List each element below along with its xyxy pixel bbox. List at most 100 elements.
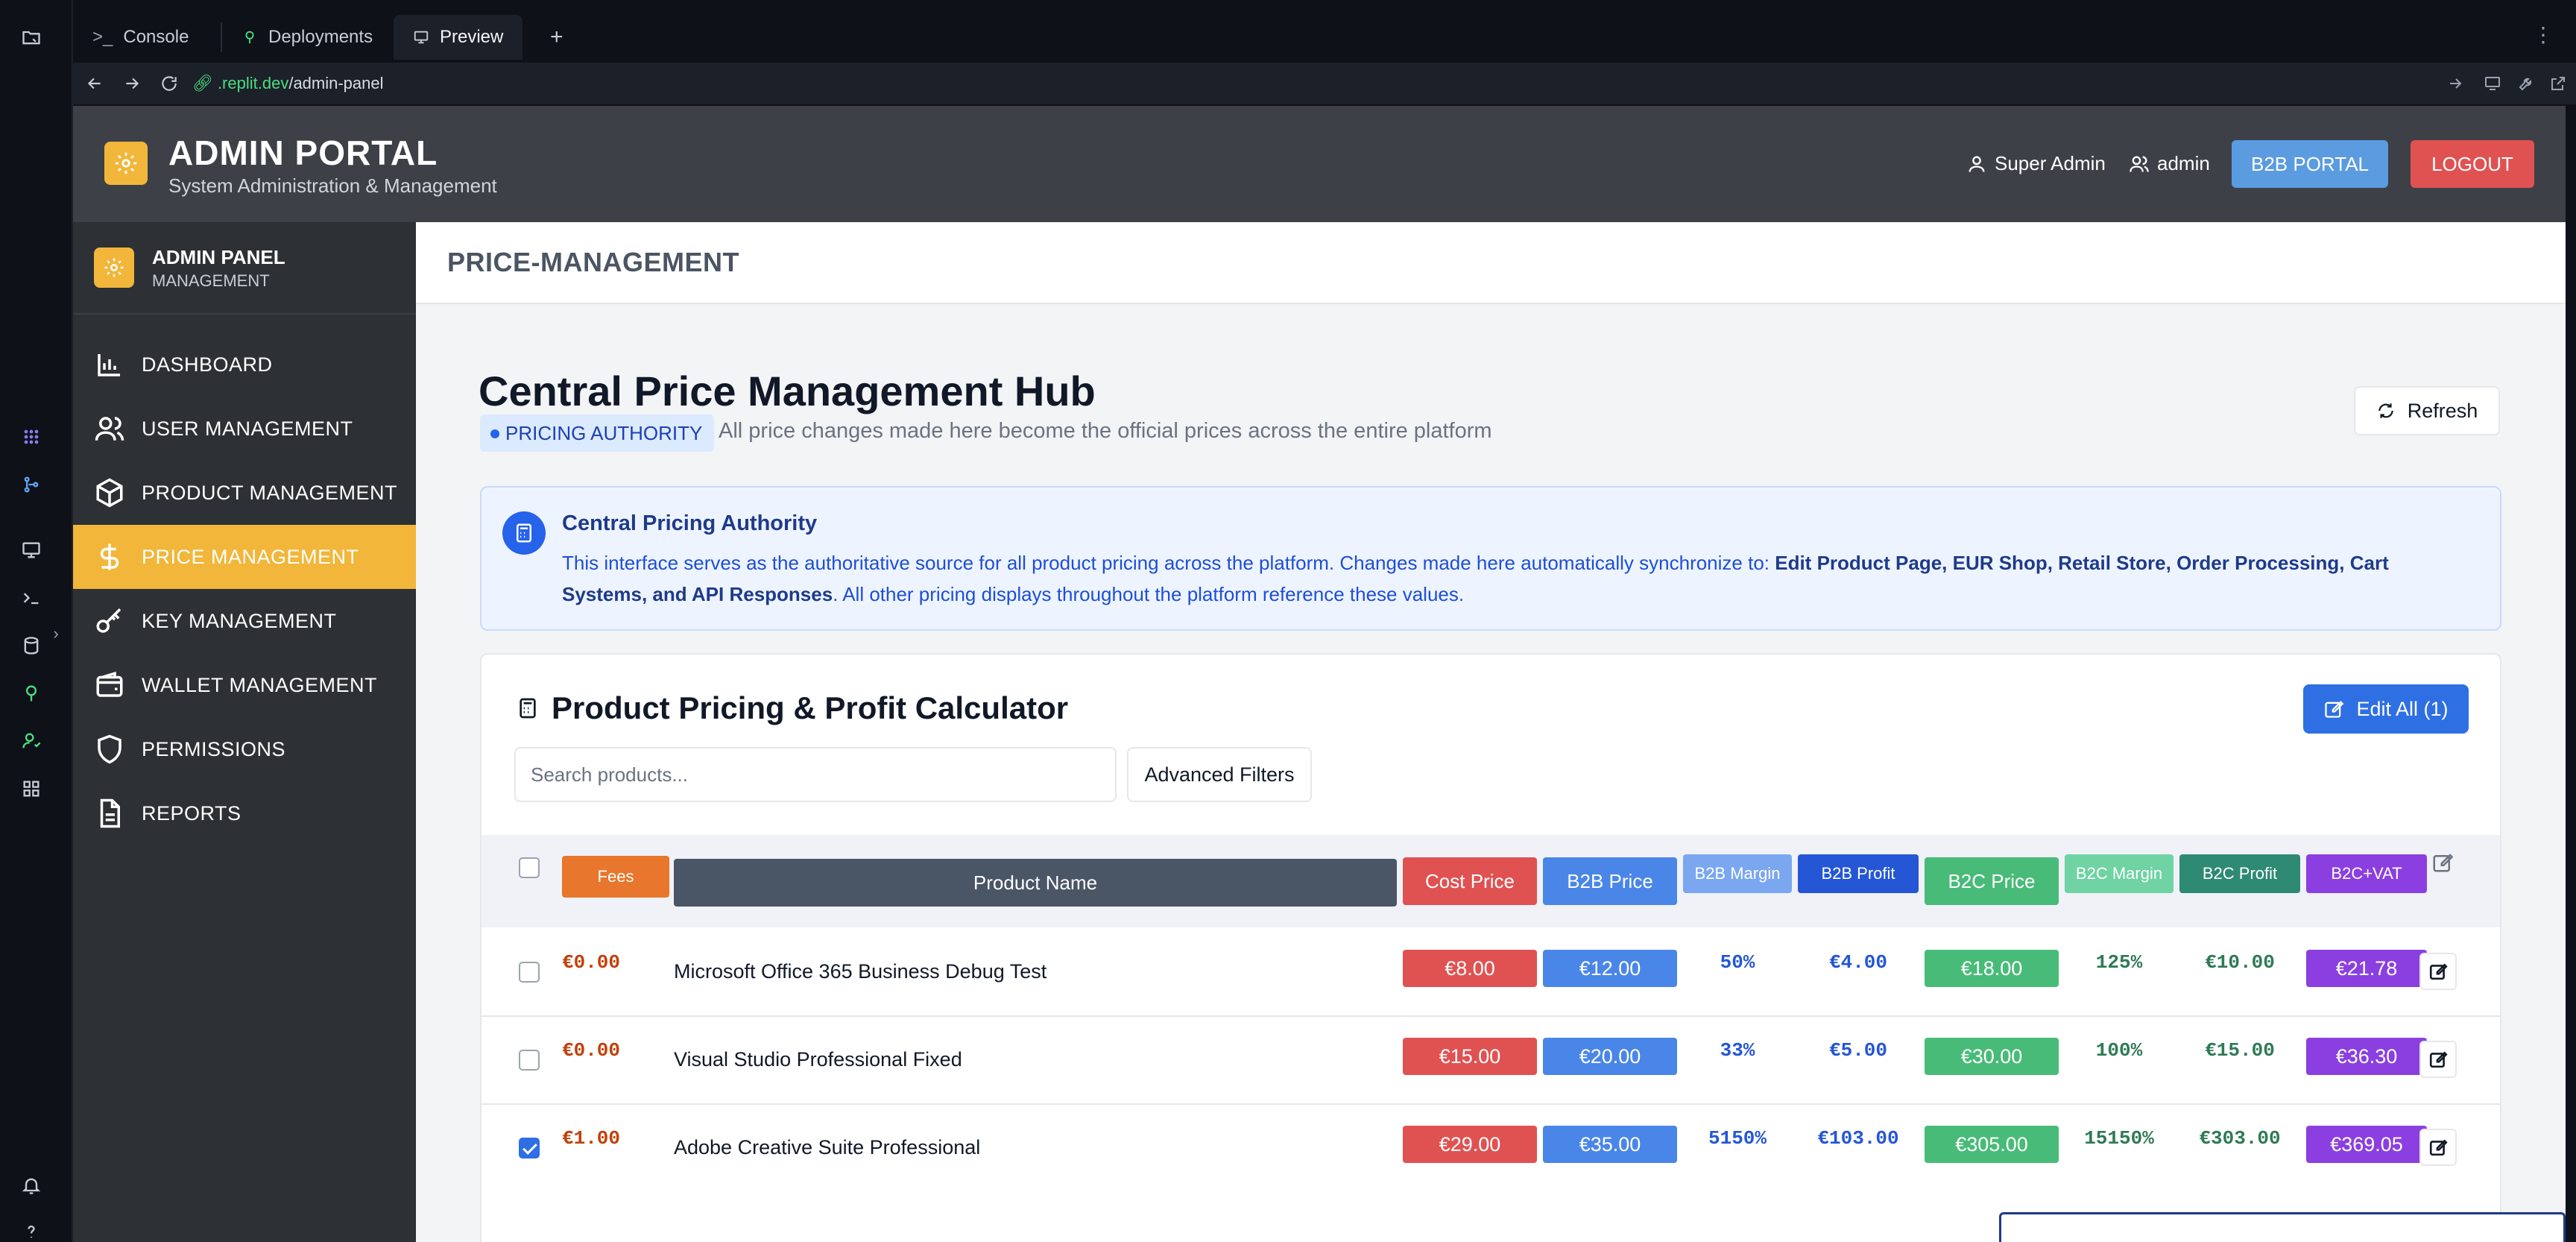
row-checkbox[interactable] — [519, 1138, 540, 1159]
admin-sidebar: ADMIN PANEL MANAGEMENT DASHBOARD USER MA… — [73, 222, 416, 1242]
tab-label: Deployments — [268, 27, 373, 47]
sidebar-item-wallet-management[interactable]: WALLET MANAGEMENT — [73, 653, 416, 717]
column-b2b-profit[interactable]: B2B Profit — [1798, 854, 1919, 893]
cost-price-value: €8.00 — [1403, 950, 1537, 987]
column-b2c-margin[interactable]: B2C Margin — [2065, 854, 2174, 893]
sidebar-item-user-management[interactable]: USER MANAGEMENT — [73, 397, 416, 461]
box-icon — [96, 478, 123, 508]
ide-activity-rail: › — [0, 0, 73, 1242]
column-b2c-vat[interactable]: B2C+VAT — [2306, 854, 2427, 893]
calculator-icon — [520, 698, 536, 719]
refresh-button[interactable]: Refresh — [2354, 386, 2500, 435]
tab-label: Console — [123, 27, 189, 47]
git-icon[interactable] — [0, 462, 63, 507]
b2b-portal-button[interactable]: B2B PORTAL — [2232, 140, 2388, 188]
portal-title: ADMIN PORTAL — [168, 133, 438, 172]
sidebar-brand: ADMIN PANEL MANAGEMENT — [73, 222, 416, 315]
sidebar-item-label: USER MANAGEMENT — [142, 417, 353, 440]
more-vertical-icon[interactable]: ⋮ — [2533, 22, 2554, 47]
reload-button[interactable] — [151, 65, 188, 102]
shield-icon — [98, 734, 121, 764]
edit-column-icon — [2431, 851, 2461, 881]
table-row[interactable]: €0.00 Visual Studio Professional Fixed €… — [482, 1017, 2500, 1105]
sidebar-item-permissions[interactable]: PERMISSIONS — [73, 717, 416, 781]
column-b2b-margin[interactable]: B2B Margin — [1683, 854, 1792, 893]
b2c-profit-value: €303.00 — [2199, 1127, 2281, 1150]
bell-icon[interactable] — [0, 1163, 63, 1208]
help-icon[interactable] — [0, 1209, 63, 1242]
notice-text: . All other pricing displays throughout … — [833, 583, 1465, 605]
sidebar-item-dashboard[interactable]: DASHBOARD — [73, 332, 416, 397]
terminal-icon: >_ — [92, 27, 113, 47]
user-icon[interactable] — [0, 719, 63, 763]
sidebar-item-label: WALLET MANAGEMENT — [142, 673, 378, 696]
app-header: ADMIN PORTAL System Administration & Man… — [73, 106, 2566, 222]
table-row[interactable]: €0.00 Microsoft Office 365 Business Debu… — [482, 929, 2500, 1017]
back-button[interactable] — [76, 65, 113, 102]
edit-icon — [2429, 963, 2448, 980]
sidebar-item-product-management[interactable]: PRODUCT MANAGEMENT — [73, 461, 416, 525]
url-host: .replit.dev — [217, 74, 289, 92]
dollar-icon — [100, 543, 119, 570]
url-input[interactable]: .replit.dev/admin-panel — [218, 74, 384, 93]
advanced-filters-button[interactable]: Advanced Filters — [1127, 747, 1312, 802]
b2c-profit-value: €10.00 — [2205, 951, 2275, 974]
files-icon[interactable] — [0, 15, 63, 60]
agent-icon[interactable] — [0, 414, 63, 459]
device-icon[interactable] — [2484, 63, 2501, 104]
notice-text: This interface serves as the authoritati… — [562, 552, 1775, 574]
select-all-checkbox[interactable] — [519, 857, 540, 878]
refresh-icon — [2378, 403, 2393, 418]
column-cost-price[interactable]: Cost Price — [1403, 857, 1537, 905]
key-icon — [96, 608, 121, 633]
pricing-calculator-card: Product Pricing & Profit Calculator Edit… — [480, 653, 2501, 1242]
apps-icon[interactable] — [0, 766, 63, 811]
external-link-icon[interactable] — [2549, 63, 2567, 104]
row-edit-button[interactable] — [2419, 1041, 2457, 1078]
column-b2b-price[interactable]: B2B Price — [1543, 857, 1677, 905]
tab-console[interactable]: >_ Console — [73, 15, 208, 60]
tab-label: Preview — [440, 27, 504, 47]
devtools-icon[interactable] — [2518, 63, 2536, 104]
sidebar-item-price-management[interactable]: PRICE MANAGEMENT — [73, 525, 416, 589]
tab-preview[interactable]: Preview — [394, 15, 523, 60]
monitor-icon[interactable] — [0, 528, 63, 573]
forward-button[interactable] — [113, 65, 151, 102]
search-products-input[interactable] — [514, 747, 1117, 802]
new-tab-button[interactable]: + — [531, 15, 583, 60]
cost-price-value: €29.00 — [1403, 1126, 1537, 1163]
logout-button[interactable]: LOGOUT — [2411, 140, 2534, 188]
column-product-name[interactable]: Product Name — [674, 859, 1397, 907]
row-checkbox[interactable] — [519, 962, 540, 983]
pricing-authority-badge: PRICING AUTHORITY — [480, 414, 715, 452]
sidebar-logo — [94, 248, 134, 288]
b2c-price-value: €18.00 — [1925, 950, 2059, 987]
b2c-price-value: €30.00 — [1925, 1038, 2059, 1075]
table-header: Fees Product Name Cost Price B2B Price B… — [482, 835, 2500, 927]
portal-subtitle: System Administration & Management — [168, 174, 497, 197]
wallet-icon — [96, 671, 123, 697]
deploy-icon[interactable] — [0, 671, 63, 716]
tab-deployments[interactable]: Deployments — [222, 15, 392, 60]
breadcrumb: PRICE-MANAGEMENT — [416, 222, 2566, 304]
expand-chevron-icon[interactable]: › — [45, 611, 67, 656]
b2c-vat-value: €21.78 — [2306, 950, 2427, 987]
fees-value: €1.00 — [562, 1127, 621, 1150]
row-checkbox[interactable] — [519, 1050, 540, 1071]
row-edit-button[interactable] — [2419, 1129, 2457, 1166]
b2c-profit-value: €15.00 — [2205, 1039, 2275, 1062]
column-b2c-price[interactable]: B2C Price — [1925, 857, 2059, 905]
users-icon — [95, 417, 124, 441]
edit-all-label: Edit All (1) — [2356, 697, 2449, 720]
row-edit-button[interactable] — [2419, 953, 2457, 990]
column-b2c-profit[interactable]: B2C Profit — [2179, 854, 2300, 893]
sidebar-item-reports[interactable]: REPORTS — [73, 781, 416, 845]
main-content: PRICE-MANAGEMENT Central Price Managemen… — [416, 222, 2566, 1242]
column-fees[interactable]: Fees — [562, 856, 669, 898]
open-arrow-icon[interactable] — [2446, 63, 2464, 104]
file-icon — [100, 798, 120, 828]
sidebar-item-key-management[interactable]: KEY MANAGEMENT — [73, 589, 416, 653]
edit-all-button[interactable]: Edit All (1) — [2303, 684, 2469, 734]
table-row[interactable]: €1.00 Adobe Creative Suite Professional … — [482, 1105, 2500, 1193]
notice-title: Central Pricing Authority — [562, 511, 818, 535]
